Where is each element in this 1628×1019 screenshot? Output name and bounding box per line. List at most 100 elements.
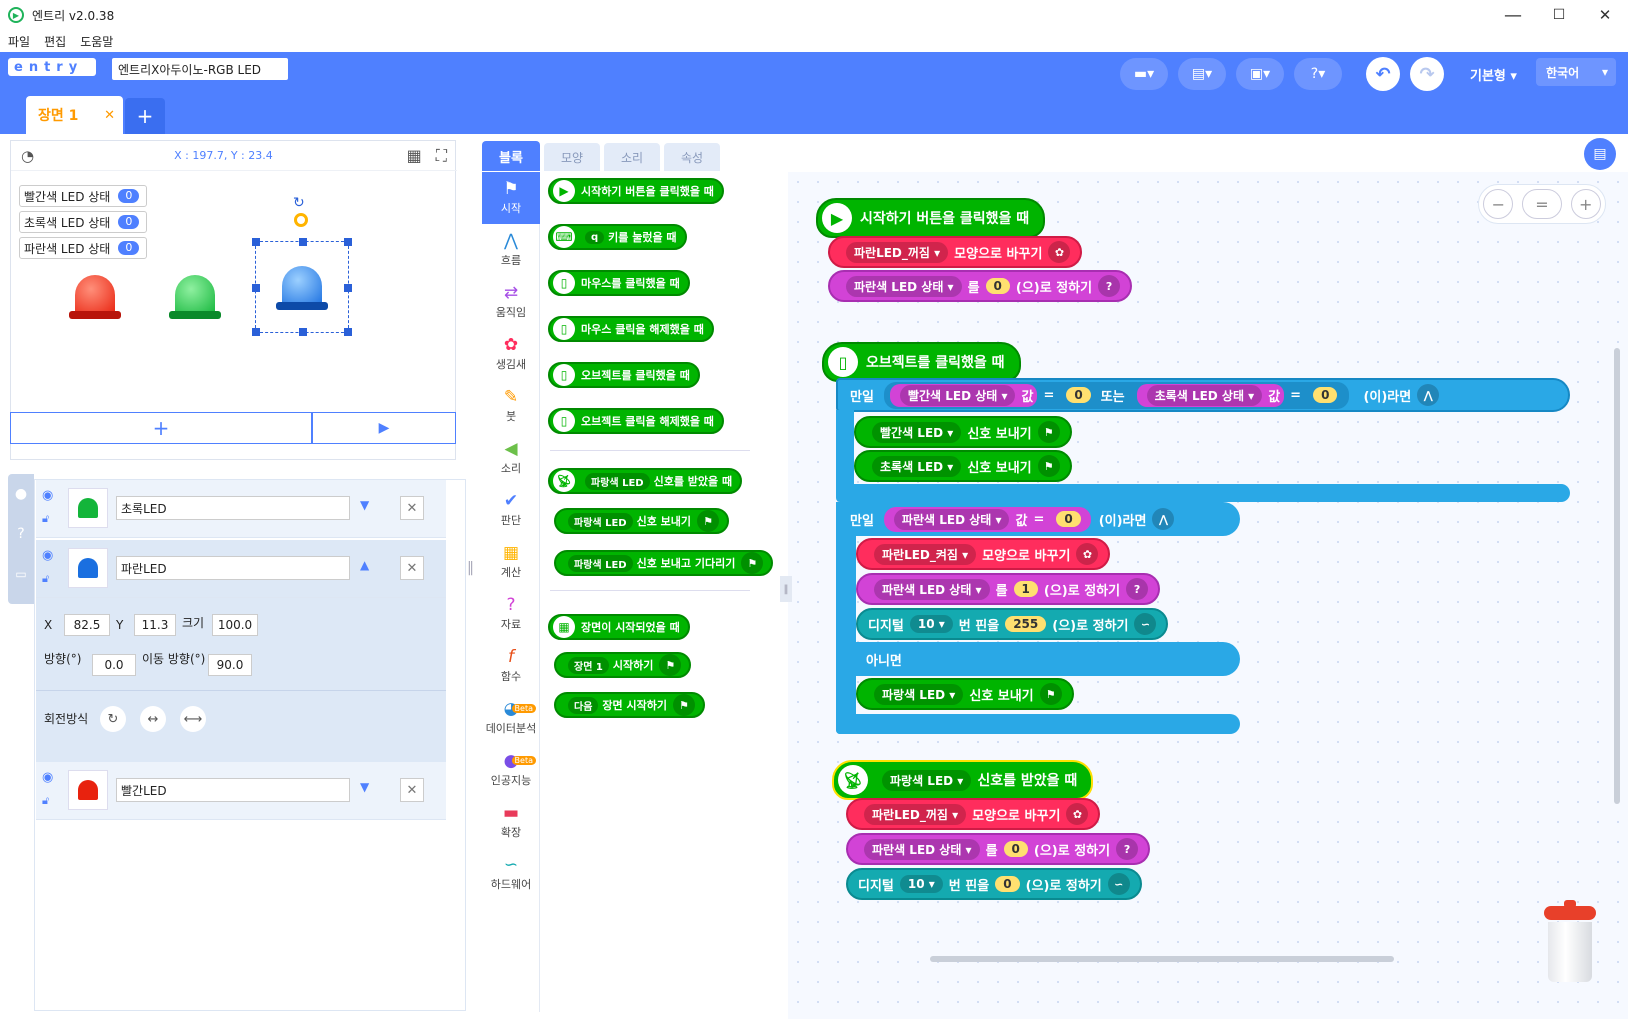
palette-block-key-press[interactable]: ⌨ q 키를 눌렀을 때 <box>548 224 687 250</box>
comment-toggle-button[interactable]: ▤ <box>1584 138 1616 170</box>
signal-dropdown[interactable]: 파랑색 LED <box>585 472 650 490</box>
change-shape-block[interactable]: 파란LED_꺼짐 ▾ 모양으로 바꾸기 ✿ <box>846 798 1101 830</box>
signal-dropdown[interactable]: 파랑색 LED <box>568 554 633 572</box>
horizontal-scrollbar[interactable] <box>930 956 1394 962</box>
project-name-input[interactable]: 엔트리X아두이노-RGB LED <box>112 58 288 80</box>
console-tab-icon[interactable]: ▭ <box>8 554 34 594</box>
palette-block-object-click[interactable]: ▯ 오브젝트를 클릭했을 때 <box>548 362 700 388</box>
change-shape-block[interactable]: 파란LED_꺼짐 ▾ 모양으로 바꾸기 ✿ <box>828 236 1083 268</box>
shape-dropdown[interactable]: 파란LED_켜짐 ▾ <box>874 543 977 565</box>
help-button[interactable]: ?▾ <box>1294 58 1342 90</box>
visibility-eye-icon[interactable]: ◉ <box>42 488 53 503</box>
delete-object-button[interactable]: ✕ <box>400 556 424 580</box>
script-object-click-hat[interactable]: ▯ 오브젝트를 클릭했을 때 <box>822 342 1021 382</box>
pin-dropdown[interactable]: 10 ▾ <box>899 875 943 893</box>
delete-object-button[interactable]: ✕ <box>400 496 424 520</box>
category-data-analysis[interactable]: ◕ 데이터분석 Beta <box>482 692 540 744</box>
rotate-none-icon[interactable]: ⟷ <box>180 706 206 732</box>
zoom-reset-button[interactable]: = <box>1521 189 1562 219</box>
close-button[interactable]: ✕ <box>1582 0 1628 30</box>
send-signal-block[interactable]: 초록색 LED ▾ 신호 보내기 ⚑ <box>854 450 1072 482</box>
object-item[interactable]: ◉ 🔓︎ 초록LED ▼ ✕ <box>36 480 446 538</box>
shape-dropdown[interactable]: 파란LED_꺼짐 ▾ <box>846 241 949 263</box>
or-condition[interactable]: 빨간색 LED 상태 ▾ 값 = 0 또는 초록색 LED 상태 ▾ 값 = 0 <box>883 381 1350 409</box>
signal-dropdown[interactable]: 초록색 LED ▾ <box>872 455 962 477</box>
category-data[interactable]: ? 자료 <box>482 588 540 640</box>
if-else-block[interactable]: 만일 파란색 LED 상태 ▾ 값 = 0 (이)라면 ⋀ <box>836 502 1240 536</box>
value-input[interactable]: 255 <box>1005 616 1047 632</box>
tab-blocks[interactable]: 블록 <box>482 141 540 171</box>
palette-block-mouse-release[interactable]: ▯ 마우스 클릭을 해제했을 때 <box>548 316 714 342</box>
tab-close-icon[interactable]: ✕ <box>104 108 115 123</box>
category-hardware[interactable]: ∽ 하드웨어 <box>482 848 540 900</box>
delete-object-button[interactable]: ✕ <box>400 778 424 802</box>
category-function[interactable]: f 함수 <box>482 640 540 692</box>
undo-button[interactable]: ↶ <box>1366 57 1400 91</box>
direction-input[interactable]: 0.0 <box>92 654 136 676</box>
value-input[interactable]: 0 <box>1313 387 1338 403</box>
variable-dropdown[interactable]: 파란색 LED 상태 ▾ <box>846 275 962 297</box>
value-input[interactable]: 0 <box>1066 387 1091 403</box>
lock-icon[interactable]: 🔓︎ <box>42 794 49 808</box>
y-input[interactable]: 11.3 <box>134 614 176 636</box>
tab-properties[interactable]: 속성 <box>664 143 720 171</box>
category-start[interactable]: ⚑ 시작 <box>482 172 540 224</box>
mode-select[interactable]: 기본형 ▾ <box>1470 65 1517 84</box>
digital-pin-block[interactable]: 디지털 10 ▾ 번 핀을 0 (으)로 정하기 ∽ <box>846 868 1142 900</box>
tab-sounds[interactable]: 소리 <box>604 143 660 171</box>
rotate-free-icon[interactable]: ↻ <box>100 706 126 732</box>
x-input[interactable]: 82.5 <box>64 614 110 636</box>
palette-block-signal-received[interactable]: 📡︎ 파랑색 LED 신호를 받았을 때 <box>548 468 743 494</box>
change-shape-block[interactable]: 파란LED_켜짐 ▾ 모양으로 바꾸기 ✿ <box>856 538 1111 570</box>
variable-dropdown[interactable]: 파란색 LED 상태 ▾ <box>893 508 1010 530</box>
palette-block-mouse-click[interactable]: ▯ 마우스를 클릭했을 때 <box>548 270 690 296</box>
center-point-handle[interactable] <box>294 213 308 227</box>
run-button[interactable]: ▶ <box>312 412 456 444</box>
variable-dropdown[interactable]: 파란색 LED 상태 ▾ <box>874 578 990 600</box>
category-looks[interactable]: ✿ 생김새 <box>482 328 540 380</box>
blue-led-sprite[interactable] <box>252 238 352 336</box>
variable-dropdown[interactable]: 초록색 LED 상태 ▾ <box>1146 384 1263 406</box>
zoom-out-button[interactable]: − <box>1483 189 1514 219</box>
compare-condition[interactable]: 파란색 LED 상태 ▾ 값 = 0 <box>883 506 1091 532</box>
panel-resize-handle[interactable]: ‖ <box>467 560 474 576</box>
palette-block-scene-start[interactable]: ▦ 장면이 시작되었을 때 <box>548 614 690 640</box>
object-name-input[interactable]: 파란LED <box>116 556 350 580</box>
palette-block-send-signal-wait[interactable]: 파랑색 LED 신호 보내고 기다리기 ⚑ <box>554 550 774 576</box>
rotate-handle-icon[interactable]: ↻ <box>293 195 305 211</box>
category-motion[interactable]: ⇄ 움직임 <box>482 276 540 328</box>
compare-condition[interactable]: 초록색 LED 상태 ▾ 값 <box>1136 383 1285 407</box>
key-dropdown[interactable]: q <box>585 230 605 244</box>
category-flow[interactable]: ⋀ 흐름 <box>482 224 540 276</box>
value-input[interactable]: 0 <box>985 278 1010 294</box>
object-name-input[interactable]: 빨간LED <box>116 778 350 802</box>
category-ai[interactable]: ● 인공지능 Beta <box>482 744 540 796</box>
palette-block-send-signal[interactable]: 파랑색 LED 신호 보내기 ⚑ <box>554 508 730 534</box>
objects-tab-icon[interactable]: ● <box>8 474 34 514</box>
set-variable-block[interactable]: 파란색 LED 상태 ▾ 를 0 (으)로 정하기? <box>846 833 1151 865</box>
pin-dropdown[interactable]: 10 ▾ <box>909 615 953 633</box>
green-led-sprite[interactable] <box>157 261 233 321</box>
menu-edit[interactable]: 편집 <box>44 33 66 50</box>
variable-monitor[interactable]: 초록색 LED 상태 0 <box>19 211 147 233</box>
chevron-down-icon[interactable]: ▼ <box>360 780 369 794</box>
variable-monitor[interactable]: 빨간색 LED 상태 0 <box>19 185 147 207</box>
digital-pin-block[interactable]: 디지털 10 ▾ 번 핀을 255 (으)로 정하기 ∽ <box>856 608 1169 640</box>
trash-can-icon[interactable] <box>1540 900 1600 986</box>
category-judgement[interactable]: ✔ 판단 <box>482 484 540 536</box>
redo-button[interactable]: ↷ <box>1410 57 1444 91</box>
palette-block-start-scene[interactable]: 장면 1 시작하기 ⚑ <box>554 652 692 678</box>
chevron-down-icon[interactable]: ▼ <box>360 498 369 512</box>
category-brush[interactable]: ✎ 붓 <box>482 380 540 432</box>
object-item[interactable]: ◉ 🔓︎ 빨간LED ▼ ✕ <box>36 762 446 820</box>
palette-block-object-release[interactable]: ▯ 오브젝트 클릭을 해제했을 때 <box>548 408 724 434</box>
palette-block-next-scene[interactable]: 다음 장면 시작하기 ⚑ <box>554 692 705 718</box>
grid-icon[interactable]: ▦ <box>407 146 422 165</box>
help-tab-icon[interactable]: ? <box>8 514 34 554</box>
object-name-input[interactable]: 초록LED <box>116 496 350 520</box>
category-calc[interactable]: ▦ 계산 <box>482 536 540 588</box>
maximize-button[interactable]: ☐ <box>1536 0 1582 30</box>
menu-file[interactable]: 파일 <box>8 33 30 50</box>
language-select[interactable]: 한국어 ▾ <box>1536 58 1616 86</box>
compare-condition[interactable]: 빨간색 LED 상태 ▾ 값 <box>889 383 1038 407</box>
